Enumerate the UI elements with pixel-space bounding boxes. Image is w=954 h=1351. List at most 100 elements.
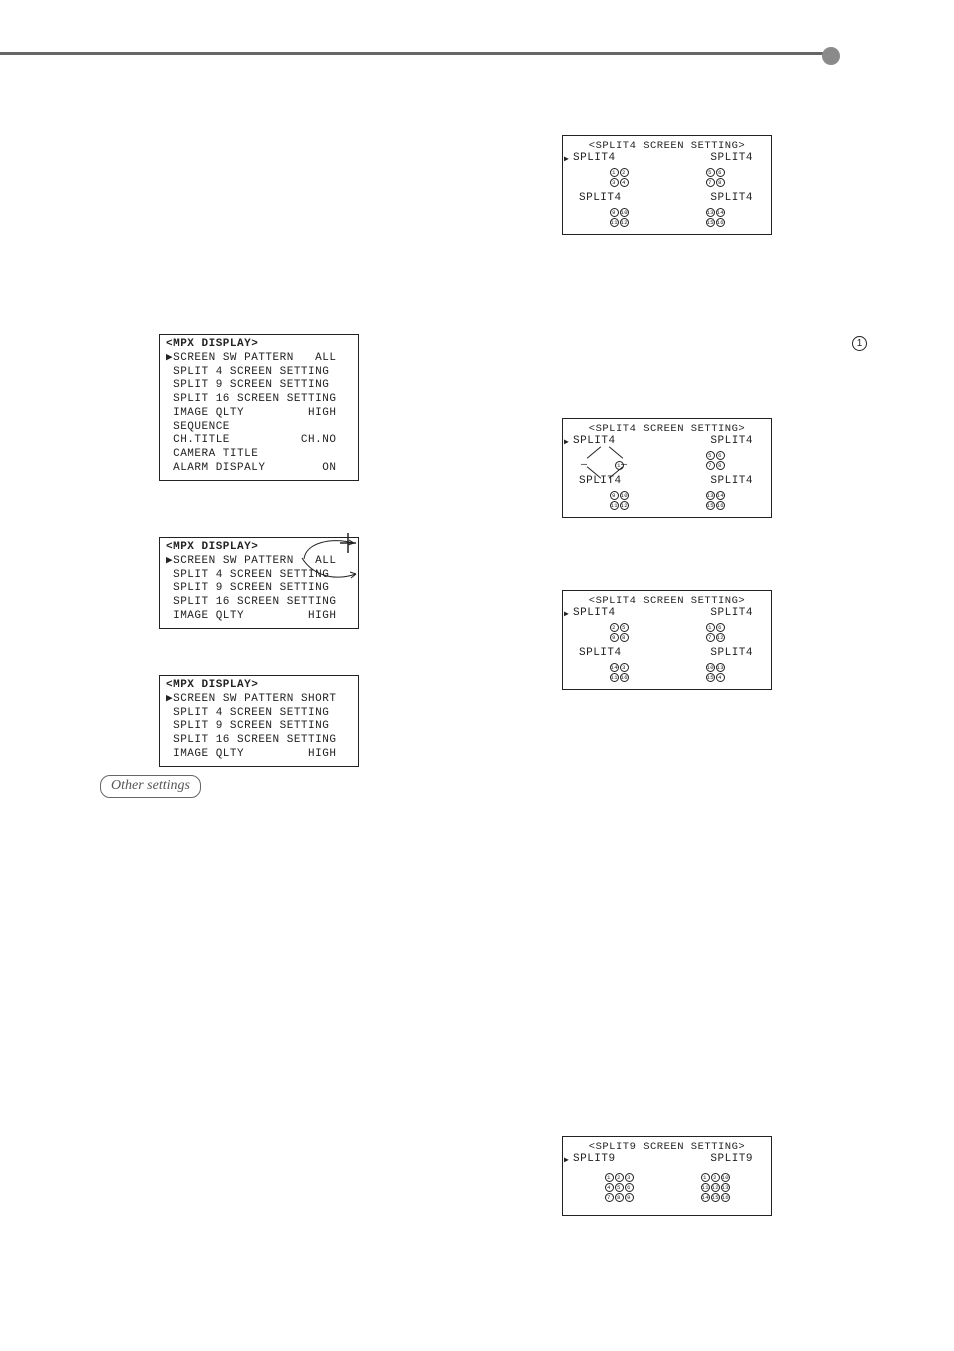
ch-num: 4 — [620, 178, 629, 187]
page-rule-dot — [822, 47, 840, 65]
grid-title: <SPLIT9 SCREEN SETTING> — [571, 1141, 763, 1153]
page-rule — [0, 52, 838, 55]
quad: 143 1116 — [579, 662, 659, 682]
ch-num: 15 — [706, 501, 715, 510]
ch-num: 1 — [605, 1173, 614, 1182]
ch-num: 11 — [701, 1183, 710, 1192]
ch-num: 6 — [716, 451, 725, 460]
ch-num: 4 — [605, 1183, 614, 1192]
menu-line: SPLIT 9 SCREEN SETTING — [166, 720, 329, 732]
ch-num: 13 — [721, 1183, 730, 1192]
ch-num: 10 — [620, 491, 629, 500]
grid-title: <SPLIT4 SCREEN SETTING> — [571, 423, 763, 435]
quad-label: SPLIT4 — [710, 647, 753, 659]
ch-num: 12 — [711, 1183, 720, 1192]
quad: 56 78 — [675, 450, 755, 470]
ch-num: 3 — [610, 178, 619, 187]
ch-num: 1 — [701, 1173, 710, 1182]
menu-line: SEQUENCE — [166, 421, 230, 433]
ch-num: 9 — [625, 1193, 634, 1202]
quad: 1013 154 — [675, 662, 755, 682]
split4-screen-setting-c: <SPLIT4 SCREEN SETTING> SPLIT4 SPLIT4 25… — [562, 590, 772, 690]
quad: 56 78 — [675, 167, 755, 187]
ch-num: 6 — [716, 168, 725, 177]
ch-num: 16 — [716, 218, 725, 227]
ch-num: 13 — [716, 663, 725, 672]
quad: 1314 1516 — [675, 490, 755, 510]
ch-num: 11 — [610, 673, 619, 682]
ch-num: 2 — [610, 623, 619, 632]
menu-title: <MPX DISPLAY> — [166, 541, 258, 553]
ch-num: 12 — [620, 218, 629, 227]
grid-title: <SPLIT4 SCREEN SETTING> — [571, 595, 763, 607]
arrow-right-icon: — — [621, 460, 628, 471]
ch-num: 14 — [610, 663, 619, 672]
ch-num: 4 — [716, 673, 725, 682]
ch-num: 1 — [610, 168, 619, 177]
ch-num: 3 — [620, 663, 629, 672]
quad-label: SPLIT4 — [573, 607, 616, 619]
ch-num: 5 — [620, 623, 629, 632]
ch-num: 13 — [706, 208, 715, 217]
split4-screen-setting-b: <SPLIT4 SCREEN SETTING> SPLIT4 SPLIT4 — … — [562, 418, 772, 518]
menu-line: ALARM DISPALY ON — [166, 462, 336, 474]
ch-num: 1 — [706, 623, 715, 632]
ch-num: 10 — [620, 208, 629, 217]
menu-line: CH.TITLE CH.NO — [166, 434, 336, 446]
quad-label: SPLIT9 — [710, 1153, 753, 1165]
menu-line: SPLIT 16 SCREEN SETTING — [166, 393, 336, 405]
menu-line: SPLIT 9 SCREEN SETTING — [166, 379, 329, 391]
menu-line: ▶SCREEN SW PATTERN ALL — [166, 352, 336, 364]
ch-num: 11 — [610, 218, 619, 227]
ch-num: 14 — [716, 208, 725, 217]
ch-num: 2 — [620, 168, 629, 177]
quad: 25 98 — [579, 622, 659, 642]
menu-title: <MPX DISPLAY> — [166, 679, 258, 691]
ch-num: 14 — [716, 491, 725, 500]
ch-num: 11 — [610, 501, 619, 510]
ch-num: 12 — [620, 501, 629, 510]
split4-screen-setting-a: <SPLIT4 SCREEN SETTING> SPLIT4 SPLIT4 12… — [562, 135, 772, 235]
ch-num: 8 — [716, 178, 725, 187]
quad-label: SPLIT4 — [579, 647, 622, 659]
ch-num: 2 — [615, 1173, 624, 1182]
quad-label: SPLIT4 — [579, 192, 622, 204]
menu-line: IMAGE QLTY HIGH — [166, 610, 336, 622]
quad-label: SPLIT4 — [710, 475, 753, 487]
ch-num: 8 — [716, 461, 725, 470]
quad: 16 712 — [675, 622, 755, 642]
ch-num: 5 — [706, 451, 715, 460]
ch-num: 9 — [610, 208, 619, 217]
ch-num: 16 — [716, 501, 725, 510]
quad: 12 34 — [579, 167, 659, 187]
menu-line: SPLIT 4 SCREEN SETTING — [166, 366, 329, 378]
menu-line: SPLIT 16 SCREEN SETTING — [166, 596, 336, 608]
ch-num: 7 — [706, 461, 715, 470]
quad-label: SPLIT4 — [710, 607, 753, 619]
step-marker-1: 1 — [852, 336, 867, 351]
quad-selected: — — 1 — [579, 450, 659, 470]
ch-num: 9 — [610, 491, 619, 500]
mpx-display-menu-short: <MPX DISPLAY> ▶SCREEN SW PATTERN SHORT S… — [159, 675, 359, 767]
ch-num: 10 — [721, 1173, 730, 1182]
menu-line: CAMERA TITLE — [166, 448, 258, 460]
grid-title: <SPLIT4 SCREEN SETTING> — [571, 140, 763, 152]
ch-num: 16 — [721, 1193, 730, 1202]
menu-line: ▶SCREEN SW PATTERN SHORT — [166, 693, 336, 705]
quad-label: SPLIT4 — [710, 435, 753, 447]
ch-num: 15 — [711, 1193, 720, 1202]
menu-line: IMAGE QLTY HIGH — [166, 748, 336, 760]
ch-num: 12 — [716, 633, 725, 642]
ch-num: 5 — [706, 168, 715, 177]
ch-num: 15 — [706, 218, 715, 227]
quad-label: SPLIT4 — [710, 152, 753, 164]
quad-label: SPLIT9 — [573, 1153, 616, 1165]
quad: 1314 1516 — [675, 207, 755, 227]
ch-num: 8 — [615, 1193, 624, 1202]
ch-num: 8 — [620, 633, 629, 642]
ch-num: 5 — [615, 1183, 624, 1192]
nine-grid: 1210 111213 141516 — [675, 1172, 755, 1202]
ch-num: 15 — [706, 673, 715, 682]
menu-title: <MPX DISPLAY> — [166, 338, 258, 350]
ch-num: 7 — [605, 1193, 614, 1202]
